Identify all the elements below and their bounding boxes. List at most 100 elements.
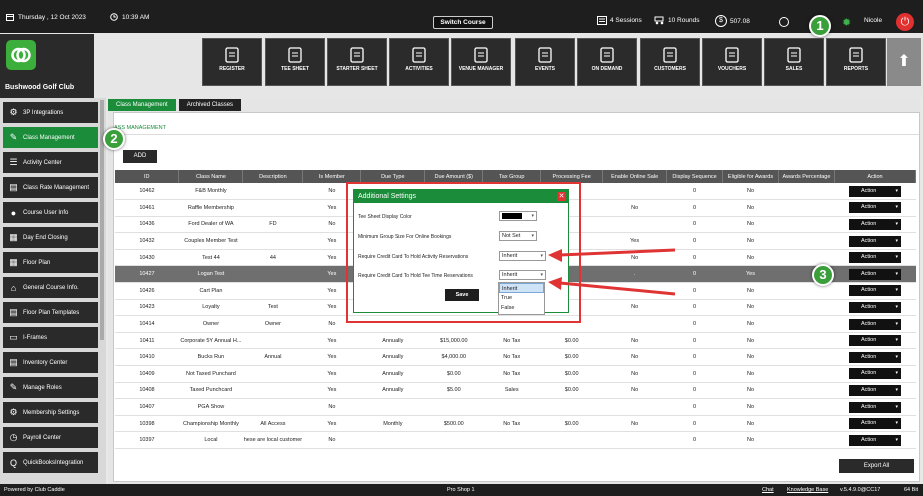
table-cell <box>778 183 835 201</box>
sidebar-item-manage-roles[interactable]: ✎ Manage Roles <box>3 377 98 398</box>
nav-activities-button[interactable]: ACTIVITIES <box>389 38 449 86</box>
action-dropdown[interactable]: Action <box>848 185 901 197</box>
clock-icon[interactable] <box>779 17 789 27</box>
nav-vouchers-button[interactable]: VOUCHERS <box>702 38 762 86</box>
action-dropdown[interactable]: Action <box>848 351 901 363</box>
clock-icon <box>110 13 118 21</box>
tab-archived-classes[interactable]: Archived Classes <box>178 99 242 111</box>
action-dropdown[interactable]: Action <box>848 285 901 297</box>
table-row[interactable]: 10398 Championship Monthly All Access Yes Mo… <box>115 415 916 433</box>
user-name[interactable]: Nicole <box>864 17 882 24</box>
tab-class-management[interactable]: Class Management <box>108 99 176 111</box>
switch-course-button[interactable]: Switch Course <box>433 16 493 29</box>
action-dropdown[interactable]: Action <box>848 434 901 446</box>
sessions-indicator[interactable]: 4 Sessions <box>597 16 642 25</box>
sidebar-item-payroll-center[interactable]: ◷ Payroll Center <box>3 427 98 448</box>
nav-label: TEE SHEET <box>281 66 309 72</box>
table-row[interactable]: 10397 Local hese are local customer No 0 No Ac… <box>115 431 916 449</box>
sidebar-item-day-end-closing[interactable]: ▦ Day End Closing <box>3 227 98 248</box>
activity-cc-select[interactable]: Inherit ▾ <box>499 251 546 261</box>
power-icon[interactable]: ⏻ <box>896 13 914 31</box>
min-group-size-select[interactable]: Not Set ▾ <box>499 231 537 241</box>
tee-time-cc-select[interactable]: Inherit ▾ <box>499 270 546 280</box>
action-dropdown[interactable]: Action <box>848 235 901 247</box>
sidebar-item-label: Manage Roles <box>23 384 62 391</box>
action-dropdown[interactable]: Action <box>848 318 901 330</box>
table-row[interactable]: 10411 Corporate 5Y Annual H... Yes Annually… <box>115 332 916 350</box>
action-dropdown[interactable]: Action <box>848 218 901 230</box>
table-cell: Corporate 5Y Annual H... <box>178 332 243 350</box>
sidebar-item-class-management[interactable]: ✎ Class Management <box>3 127 98 148</box>
knowledge-base-link[interactable]: Knowledge Base <box>787 487 828 493</box>
add-button[interactable]: ADD <box>123 150 157 163</box>
sidebar-item-floor-plan-templates[interactable]: ▤ Floor Plan Templates <box>3 302 98 323</box>
table-cell <box>424 431 483 449</box>
nav-tee-sheet-button[interactable]: TEE SHEET <box>265 38 325 86</box>
nav-barcode-button[interactable]: REGISTER <box>202 38 262 86</box>
sidebar-item-label: Floor Plan Templates <box>23 309 80 316</box>
table-row[interactable]: 10409 Not Taxed Punchard Yes Annually $0.00 N… <box>115 365 916 383</box>
table-cell: All Access <box>242 415 303 433</box>
tee-sheet-color-picker[interactable]: ▾ <box>499 211 537 221</box>
sidebar-item-inventory-center[interactable]: ▤ Inventory Center <box>3 352 98 373</box>
export-all-button[interactable]: Export All <box>839 459 914 473</box>
sidebar-item-i-frames[interactable]: ▭ I-Frames <box>3 327 98 348</box>
balance-indicator[interactable]: $ 507.08 <box>715 15 750 27</box>
callout-2: 2 <box>103 128 125 150</box>
table-cell: No Tax <box>482 348 541 367</box>
sidebar-item-class-rate-management[interactable]: ▤ Class Rate Management <box>3 177 98 198</box>
close-icon[interactable]: ✕ <box>557 192 566 201</box>
column-header[interactable]: Description <box>242 170 304 183</box>
chat-link[interactable]: Chat <box>762 487 774 493</box>
action-dropdown[interactable]: Action <box>848 268 901 280</box>
option-inherit[interactable]: Inherit <box>499 283 544 293</box>
table-cell: Not Taxed Punchard <box>178 365 243 383</box>
option-true[interactable]: True <box>499 293 544 303</box>
sidebar-item-membership-settings[interactable]: ⚙ Membership Settings <box>3 402 98 423</box>
table-cell: Action <box>834 199 916 217</box>
column-header[interactable]: Display Sequence <box>666 170 724 183</box>
table-cell: . <box>602 265 667 284</box>
nav-venue-button[interactable]: VENUE MANAGER <box>451 38 511 86</box>
column-header[interactable]: Enable Online Sale <box>602 170 668 183</box>
sidebar-item-course-user-info[interactable]: ● Course User Info <box>3 202 98 223</box>
action-dropdown[interactable]: Action <box>848 301 901 313</box>
column-header[interactable]: ID <box>115 170 180 183</box>
sidebar-item-activity-center[interactable]: ☰ Activity Center <box>3 152 98 173</box>
table-row[interactable]: 10410 Bucks Run Annual Yes Annually $4,000.00… <box>115 348 916 367</box>
sidebar-item-general-course-info[interactable]: ⌂ General Course Info. <box>3 277 98 298</box>
sidebar-item-3p-integrations[interactable]: ⚙ 3P Integrations <box>3 102 98 123</box>
action-dropdown[interactable]: Action <box>848 202 901 214</box>
table-cell <box>602 431 667 449</box>
column-header[interactable]: Awards Percentage <box>778 170 835 183</box>
table-cell <box>360 398 425 416</box>
table-cell: 10411 <box>115 332 179 350</box>
column-header[interactable]: Action <box>834 170 917 183</box>
nav-tablet-button[interactable]: STARTER SHEET <box>327 38 387 86</box>
nav-label: ACTIVITIES <box>405 66 433 72</box>
nav-reports-button[interactable]: REPORTS <box>826 38 886 86</box>
rounds-indicator[interactable]: 10 Rounds <box>654 16 699 25</box>
nav-on-demand-button[interactable]: ON DEMAND <box>577 38 637 86</box>
save-button[interactable]: Save <box>445 289 479 301</box>
table-cell <box>602 398 667 416</box>
action-dropdown[interactable]: Action <box>848 384 901 396</box>
table-row[interactable]: 10407 PGA Show No 0 No Action <box>115 398 916 416</box>
action-dropdown[interactable]: Action <box>848 252 901 264</box>
nav-events-button[interactable]: EVENTS <box>515 38 575 86</box>
nav-customers-button[interactable]: CUSTOMERS <box>640 38 700 86</box>
action-dropdown[interactable]: Action <box>848 335 901 347</box>
gear-icon[interactable]: ✹ <box>842 16 851 29</box>
option-false[interactable]: False <box>499 303 544 313</box>
table-row[interactable]: 10408 Taxed Punchcard Yes Annually $5.00 Sale… <box>115 382 916 400</box>
sidebar-item-quickbooks-integration[interactable]: Q QuickBooksIntegration <box>3 452 98 473</box>
sidebar-item-floor-plan[interactable]: ▦ Floor Plan <box>3 252 98 273</box>
column-header[interactable]: Eligible for Awards <box>722 170 779 183</box>
action-dropdown[interactable]: Action <box>848 401 901 413</box>
table-cell: 10409 <box>115 365 179 383</box>
column-header[interactable]: Class Name <box>178 170 244 183</box>
scroll-up-icon[interactable]: ⬆ <box>887 38 921 86</box>
nav-sales-button[interactable]: SALES <box>764 38 824 86</box>
action-dropdown[interactable]: Action <box>848 418 901 430</box>
action-dropdown[interactable]: Action <box>848 368 901 380</box>
